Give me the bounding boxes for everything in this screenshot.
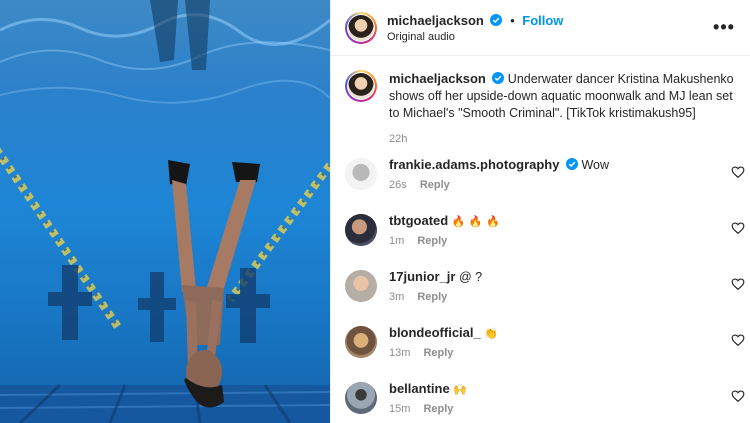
commenter-avatar[interactable]	[345, 214, 377, 246]
comment-text: 🔥 🔥 🔥	[451, 215, 500, 228]
comment-timestamp[interactable]: 13m	[389, 347, 410, 359]
caption-author-avatar[interactable]	[345, 70, 377, 102]
comment-item: bellantine 🙌 15m Reply	[331, 380, 750, 423]
commenter-avatar[interactable]	[345, 326, 377, 358]
comment-text: 🙌	[453, 383, 467, 396]
commenter-username[interactable]: blondeofficial_	[389, 325, 481, 340]
caption-author-username[interactable]: michaeljackson	[389, 71, 486, 86]
comment-item: blondeofficial_ 👏 13m Reply	[331, 324, 750, 380]
verified-badge-icon	[565, 158, 578, 170]
comment-text: Wow	[581, 158, 610, 172]
comment-timestamp[interactable]: 1m	[389, 235, 404, 247]
commenter-avatar[interactable]	[345, 270, 377, 302]
heart-outline-icon[interactable]	[731, 333, 745, 347]
verified-badge-icon	[490, 13, 503, 26]
comment-text: @ ?	[458, 270, 483, 284]
comment-item: frankie.adams.photography Wow 26s Reply	[331, 156, 750, 212]
reply-button[interactable]: Reply	[420, 179, 450, 191]
reply-button[interactable]: Reply	[417, 291, 447, 303]
commenter-avatar[interactable]	[345, 158, 377, 190]
reply-button[interactable]: Reply	[417, 235, 447, 247]
more-options-icon[interactable]: •••	[712, 17, 736, 38]
follow-button[interactable]: Follow	[522, 13, 563, 28]
verified-badge-icon	[492, 72, 505, 84]
reply-button[interactable]: Reply	[423, 403, 453, 415]
post-caption: michaeljackson Underwater dancer Kristin…	[331, 56, 750, 148]
post-header: michaeljackson • Follow Original audio •…	[331, 0, 750, 56]
commenter-avatar[interactable]	[345, 382, 377, 414]
commenter-username[interactable]: 17junior_jr	[389, 269, 455, 284]
pool-scene	[0, 0, 330, 423]
post-modal: michaeljackson • Follow Original audio •…	[0, 0, 750, 423]
commenter-username[interactable]: bellantine	[389, 381, 450, 396]
author-username[interactable]: michaeljackson	[387, 13, 484, 28]
comment-timestamp[interactable]: 15m	[389, 403, 410, 415]
commenter-username[interactable]: tbtgoated	[389, 213, 448, 228]
post-side-panel: michaeljackson • Follow Original audio •…	[330, 0, 750, 423]
heart-outline-icon[interactable]	[731, 221, 745, 235]
heart-outline-icon[interactable]	[731, 165, 745, 179]
comment-text: 👏	[484, 327, 498, 340]
comment-item: 17junior_jr @ ? 3m Reply	[331, 268, 750, 324]
caption-timestamp[interactable]: 22h	[389, 131, 736, 148]
commenter-username[interactable]: frankie.adams.photography	[389, 157, 559, 172]
comment-timestamp[interactable]: 26s	[389, 179, 407, 191]
heart-outline-icon[interactable]	[731, 389, 745, 403]
comment-list: frankie.adams.photography Wow 26s Reply	[331, 156, 750, 423]
post-video[interactable]	[0, 0, 330, 423]
author-avatar[interactable]	[345, 11, 377, 44]
comment-item: tbtgoated 🔥 🔥 🔥 1m Reply	[331, 212, 750, 268]
reply-button[interactable]: Reply	[423, 347, 453, 359]
audio-label[interactable]: Original audio	[387, 31, 712, 43]
separator-dot: •	[510, 12, 515, 28]
comment-timestamp[interactable]: 3m	[389, 291, 404, 303]
heart-outline-icon[interactable]	[731, 277, 745, 291]
